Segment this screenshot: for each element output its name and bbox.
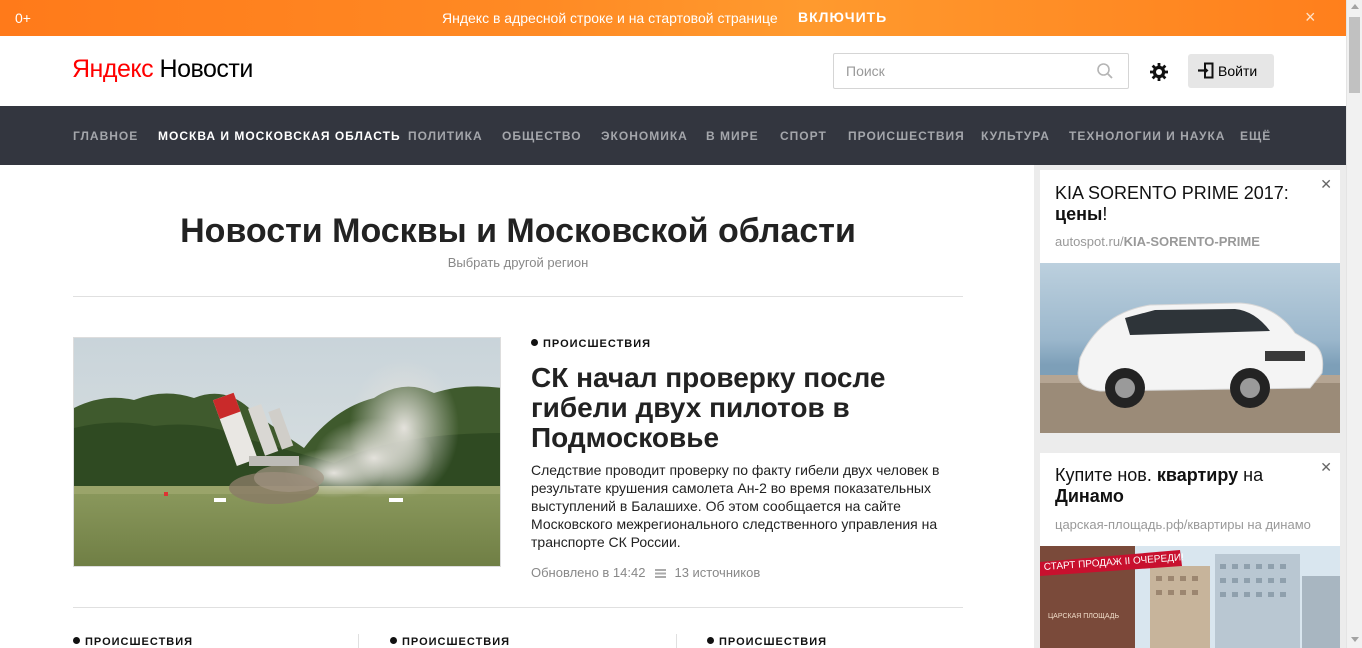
hero-meta: Обновлено в 14:42 13 источников — [531, 565, 760, 580]
nav-item-world[interactable]: В МИРЕ — [706, 129, 759, 143]
header: Яндекс Новости Поиск Войти — [0, 36, 1346, 106]
ad-image[interactable]: СТАРТ ПРОДАЖ II ОЧЕРЕДИ! ЦАРСКАЯ ПЛОЩАДЬ — [1040, 546, 1340, 648]
story-rubric[interactable]: ПРОИСШЕСТВИЯ — [390, 636, 510, 648]
logo-section: Новости — [159, 55, 254, 83]
login-icon — [1198, 62, 1214, 79]
divider — [73, 296, 963, 297]
nav-item-tech[interactable]: ТЕХНОЛОГИИ И НАУКА — [1069, 129, 1225, 143]
ad-title[interactable]: Купите нов. квартиру на Динамо — [1055, 465, 1315, 507]
nav-item-society[interactable]: ОБЩЕСТВО — [502, 129, 582, 143]
building-photo: СТАРТ ПРОДАЖ II ОЧЕРЕДИ! ЦАРСКАЯ ПЛОЩАДЬ — [1040, 546, 1340, 648]
ad-sidebar: ✕ KIA SORENTO PRIME 2017: цены! autospot… — [1034, 165, 1346, 648]
bullet-icon — [707, 637, 714, 644]
nav-item-moscow[interactable]: МОСКВА И МОСКОВСКАЯ ОБЛАСТЬ — [158, 129, 401, 143]
column-divider — [676, 634, 677, 648]
hero-rubric[interactable]: ПРОИСШЕСТВИЯ — [531, 338, 651, 350]
page: 0+ Яндекс в адресной строке и на стартов… — [0, 0, 1362, 648]
bullet-icon — [390, 637, 397, 644]
close-icon[interactable]: ✕ — [1320, 459, 1332, 476]
nav-item-more[interactable]: ЕЩЁ — [1240, 129, 1271, 143]
hero-text: Следствие проводит проверку по факту гиб… — [531, 462, 940, 550]
nav-item-culture[interactable]: КУЛЬТУРА — [981, 129, 1050, 143]
story-rubric[interactable]: ПРОИСШЕСТВИЯ — [707, 636, 827, 648]
scroll-up-icon[interactable] — [1351, 4, 1359, 9]
scroll-down-icon[interactable] — [1351, 637, 1359, 642]
close-icon[interactable]: × — [1305, 7, 1316, 28]
promo-bar: 0+ Яндекс в адресной строке и на стартов… — [0, 0, 1346, 36]
story-rubric-label: ПРОИСШЕСТВИЯ — [719, 636, 828, 648]
column-divider — [358, 634, 359, 648]
ad-card[interactable]: ✕ KIA SORENTO PRIME 2017: цены! autospot… — [1040, 170, 1340, 433]
ad-url-text: autospot.ru/ — [1055, 234, 1124, 249]
ad-url[interactable]: autospot.ru/KIA-SORENTO-PRIME — [1055, 234, 1260, 249]
promo-enable-button[interactable]: ВКЛЮЧИТЬ — [798, 9, 887, 25]
close-icon[interactable]: ✕ — [1320, 176, 1332, 193]
story-rubric-label: ПРОИСШЕСТВИЯ — [85, 636, 194, 648]
scrollbar-thumb[interactable] — [1349, 17, 1360, 93]
search-input[interactable] — [834, 54, 1084, 88]
nav-item-politics[interactable]: ПОЛИТИКА — [408, 129, 483, 143]
ad-title-text: на — [1238, 465, 1264, 485]
ad-image[interactable] — [1040, 263, 1340, 433]
ad-card[interactable]: ✕ Купите нов. квартиру на Динамо царская… — [1040, 453, 1340, 648]
hero-rubric-label: ПРОИСШЕСТВИЯ — [543, 338, 652, 350]
logo[interactable]: Яндекс Новости — [72, 55, 253, 84]
story-rubric-label: ПРОИСШЕСТВИЯ — [402, 636, 511, 648]
choose-region-link[interactable]: Выбрать другой регион — [73, 255, 963, 270]
hero-updated: Обновлено в 14:42 — [531, 565, 646, 580]
search-box — [833, 53, 1129, 89]
ad-logo-text: ЦАРСКАЯ ПЛОЩАДЬ — [1048, 613, 1120, 620]
logo-brand: Яндекс — [72, 55, 154, 83]
age-rating: 0+ — [15, 10, 31, 26]
hero-image[interactable] — [73, 337, 501, 567]
nav-item-incidents[interactable]: ПРОИСШЕСТВИЯ — [848, 129, 965, 143]
ad-title-bold: квартиру — [1156, 465, 1239, 485]
hero-photo — [74, 338, 500, 566]
search-icon[interactable] — [1096, 62, 1114, 80]
gear-icon[interactable] — [1148, 61, 1170, 83]
ad-title-text: Купите нов. — [1055, 465, 1157, 485]
main-nav: ГЛАВНОЕ МОСКВА И МОСКОВСКАЯ ОБЛАСТЬ ПОЛИ… — [0, 106, 1346, 165]
ad-url-bold: KIA-SORENTO-PRIME — [1123, 234, 1260, 249]
ad-title-text: KIA SORENTO PRIME 2017: — [1055, 183, 1289, 203]
nav-item-main[interactable]: ГЛАВНОЕ — [73, 129, 138, 143]
car-photo — [1040, 263, 1340, 433]
ad-title-bold: цены — [1055, 204, 1103, 224]
login-label: Войти — [1218, 63, 1258, 79]
scrollbar[interactable] — [1346, 0, 1362, 648]
story-rubric[interactable]: ПРОИСШЕСТВИЯ — [73, 636, 193, 648]
hero-sources-link[interactable]: 13 источников — [674, 565, 760, 580]
ad-title-tail: ! — [1102, 204, 1108, 224]
bullet-icon — [531, 339, 538, 346]
ad-title-bold: Динамо — [1055, 486, 1124, 506]
ad-title[interactable]: KIA SORENTO PRIME 2017: цены! — [1055, 183, 1315, 225]
divider — [73, 607, 963, 608]
logo-brand-text: Яндекс — [72, 55, 154, 83]
nav-item-sport[interactable]: СПОРТ — [780, 129, 827, 143]
page-title: Новости Москвы и Московской области — [180, 212, 856, 250]
hero-title[interactable]: СК начал проверку после гибели двух пило… — [531, 363, 951, 453]
nav-item-economy[interactable]: ЭКОНОМИКА — [601, 129, 688, 143]
login-button[interactable]: Войти — [1188, 54, 1274, 88]
ad-url[interactable]: царская-площадь.рф/квартиры на динамо — [1055, 517, 1311, 532]
bullet-icon — [73, 637, 80, 644]
sources-icon — [655, 569, 667, 578]
promo-message: Яндекс в адресной строке и на стартовой … — [442, 10, 778, 26]
